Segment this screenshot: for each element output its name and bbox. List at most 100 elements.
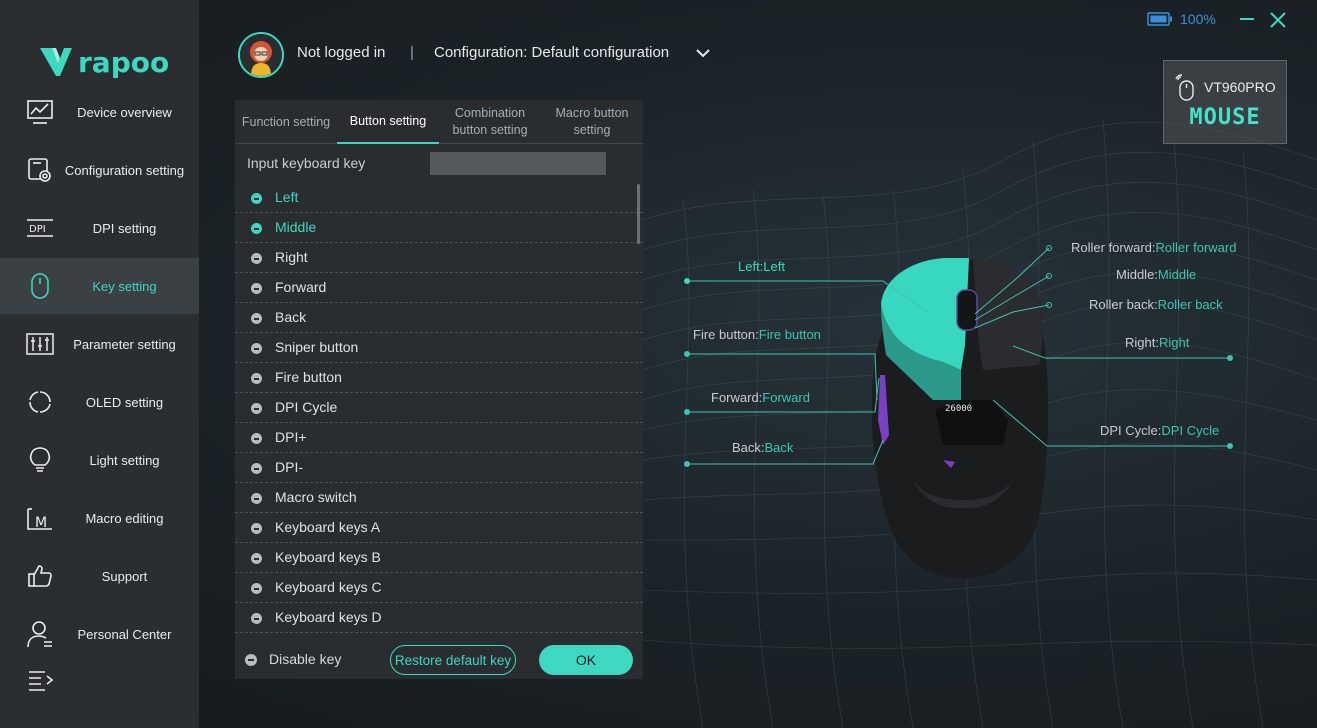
list-item[interactable]: DPI Cycle <box>235 393 643 423</box>
list-item[interactable]: Sniper button <box>235 333 643 363</box>
list-item[interactable]: Keyboard keys D <box>235 603 643 633</box>
list-item-label: Middle <box>275 219 317 235</box>
list-item-label: DPI+ <box>275 429 307 445</box>
sidebar-item-device-overview[interactable]: Device overview <box>0 84 199 140</box>
list-item-label: Right <box>275 249 308 265</box>
radio-icon <box>251 613 262 624</box>
radio-icon <box>251 433 262 444</box>
disable-key-label[interactable]: Disable key <box>269 651 341 667</box>
list-item[interactable]: Keyboard keys B <box>235 543 643 573</box>
battery-percentage: 100% <box>1180 11 1216 27</box>
list-item-label: DPI- <box>275 459 303 475</box>
device-name: VT960PRO <box>1204 79 1276 95</box>
sidebar-item-support[interactable]: Support <box>0 548 199 604</box>
list-item[interactable]: DPI+ <box>235 423 643 453</box>
sidebar-item-configuration[interactable]: Configuration setting <box>0 142 199 198</box>
sidebar-item-light[interactable]: Light setting <box>0 432 199 488</box>
header-separator: | <box>410 44 414 61</box>
chevron-down-icon[interactable] <box>695 45 711 61</box>
list-item-label: DPI Cycle <box>275 399 338 415</box>
login-status[interactable]: Not logged in <box>297 44 385 61</box>
radio-icon <box>251 223 262 234</box>
avatar[interactable] <box>238 32 284 78</box>
radio-icon <box>251 463 262 474</box>
list-item[interactable]: Right <box>235 243 643 273</box>
callout-forward: Forward:Forward <box>711 390 810 405</box>
callout-back: Back:Back <box>732 440 794 455</box>
restore-default-key-button[interactable]: Restore default key <box>390 645 516 675</box>
callout-roller-forward: Roller forward:Roller forward <box>1071 240 1237 255</box>
radio-icon <box>251 493 262 504</box>
ok-button[interactable]: OK <box>539 645 633 675</box>
sidebar-item-label: Parameter setting <box>73 336 176 352</box>
list-item-label: Macro switch <box>275 489 357 505</box>
list-item-label: Keyboard keys D <box>275 609 382 625</box>
sidebar-item-parameter[interactable]: Parameter setting <box>0 316 199 372</box>
radio-icon <box>251 343 262 354</box>
callout-dpi-cycle: DPI Cycle:DPI Cycle <box>1100 423 1220 438</box>
menu-collapse-icon[interactable] <box>27 668 55 692</box>
app-window: rapoo Device overview Configuration sett… <box>0 0 1317 728</box>
sidebar-item-key-setting[interactable]: Key setting <box>0 258 199 314</box>
sidebar-item-label: Light setting <box>89 452 160 468</box>
radio-icon <box>251 403 262 414</box>
sidebar-item-macro[interactable]: M Macro editing <box>0 490 199 546</box>
callout-right: Right:Right <box>1125 335 1190 350</box>
list-item-label: Keyboard keys B <box>275 549 381 565</box>
radio-icon <box>251 283 262 294</box>
radio-icon <box>251 373 262 384</box>
radio-icon <box>251 523 262 534</box>
svg-text:M: M <box>35 515 47 531</box>
list-item-label: Fire button <box>275 369 342 385</box>
tab-function-setting[interactable]: Function setting <box>235 100 337 144</box>
mouse-diagram: 26000 Left:Left Fire button:Fire button … <box>643 100 1317 728</box>
input-keyboard-key-label: Input keyboard key <box>247 155 366 171</box>
panel-footer: Disable key Restore default key OK <box>235 643 643 679</box>
mouse-image: 26000 <box>871 258 1049 579</box>
sidebar-item-label: Macro editing <box>85 510 164 526</box>
tab-macro-button-setting[interactable]: Macro button setting <box>541 100 643 144</box>
callout-roller-back: Roller back:Roller back <box>1089 297 1223 312</box>
sidebar-item-personal-center[interactable]: Personal Center <box>0 606 199 662</box>
svg-text:DPI: DPI <box>29 224 46 235</box>
tab-button-setting[interactable]: Button setting <box>337 100 439 144</box>
list-item[interactable]: Middle <box>235 213 643 243</box>
list-item[interactable]: Keyboard keys A <box>235 513 643 543</box>
close-icon[interactable] <box>1268 10 1288 30</box>
sidebar-item-label: Configuration setting <box>64 162 185 178</box>
callout-fire-button: Fire button:Fire button <box>693 327 821 342</box>
sidebar-item-dpi[interactable]: DPI DPI setting <box>0 200 199 256</box>
callout-left: Left:Left <box>738 259 785 274</box>
radio-icon <box>251 193 262 204</box>
sidebar-item-label: Key setting <box>92 278 157 294</box>
battery-icon <box>1147 12 1173 26</box>
tab-combination-button-setting[interactable]: Combination button setting <box>439 100 541 144</box>
list-item[interactable]: Fire button <box>235 363 643 393</box>
sidebar-item-label: DPI setting <box>92 220 157 236</box>
list-item-label: Keyboard keys A <box>275 519 381 535</box>
list-item[interactable]: Forward <box>235 273 643 303</box>
sidebar-item-label: Device overview <box>77 104 172 120</box>
wireless-mouse-icon <box>1174 73 1198 101</box>
radio-icon <box>251 553 262 564</box>
configuration-dropdown[interactable]: Configuration: Default configuration <box>434 44 669 61</box>
list-item-label: Left <box>275 189 299 205</box>
minimize-icon[interactable] <box>1238 10 1256 28</box>
oled-display-value: 26000 <box>945 404 972 414</box>
disable-key-radio[interactable] <box>245 654 257 666</box>
key-list: Left Middle Right Forward Back Sniper button F… <box>235 183 643 633</box>
sidebar: rapoo Device overview Configuration sett… <box>0 0 199 728</box>
key-setting-panel: Function setting Button setting Combinat… <box>235 100 643 679</box>
list-item[interactable]: Keyboard keys C <box>235 573 643 603</box>
radio-icon <box>251 313 262 324</box>
sidebar-item-label: OLED setting <box>85 394 164 410</box>
logo-text: rapoo <box>78 46 168 78</box>
key-list-scrollbar[interactable] <box>637 184 640 244</box>
list-item[interactable]: Left <box>235 183 643 213</box>
list-item-label: Forward <box>275 279 327 295</box>
sidebar-item-oled[interactable]: OLED setting <box>0 374 199 430</box>
list-item[interactable]: Back <box>235 303 643 333</box>
list-item[interactable]: Macro switch <box>235 483 643 513</box>
keyboard-key-input[interactable] <box>430 152 606 175</box>
list-item[interactable]: DPI- <box>235 453 643 483</box>
